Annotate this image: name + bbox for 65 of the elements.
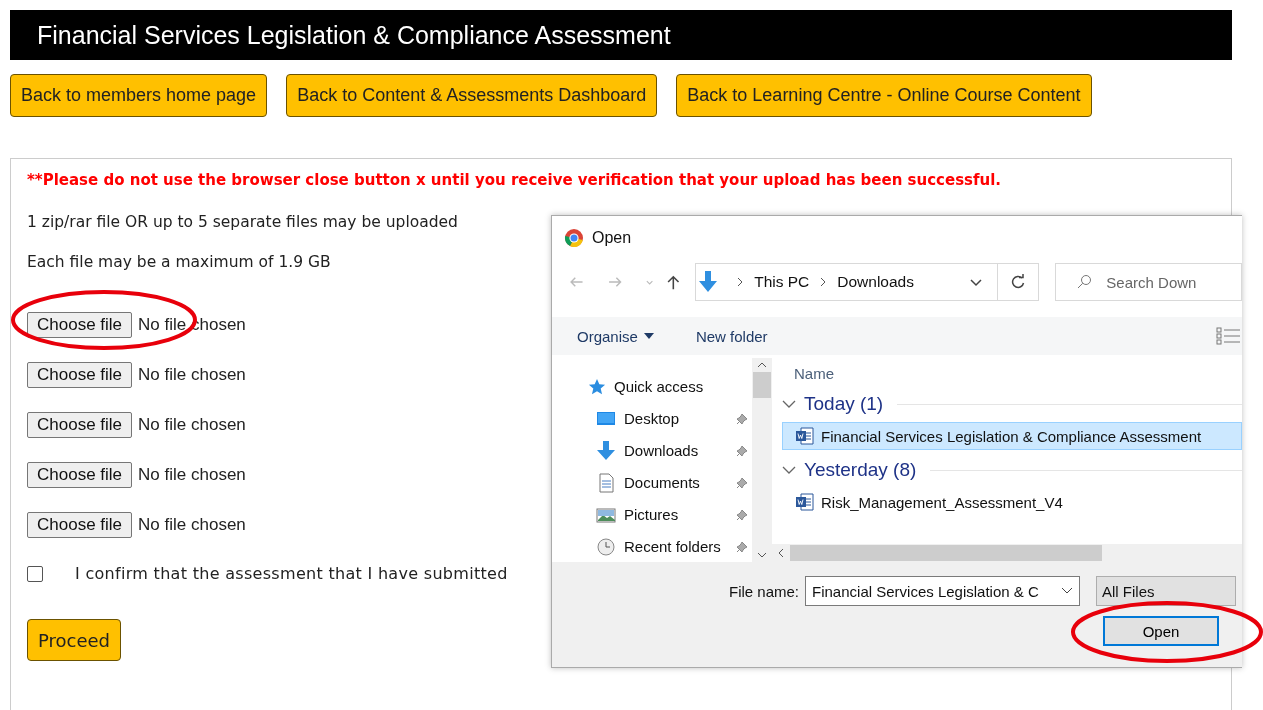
group-header[interactable]: Yesterday (8) — [804, 459, 917, 481]
browser-logo-icon — [564, 228, 584, 248]
file-status: No file chosen — [138, 415, 246, 435]
chevron-down-icon[interactable] — [1061, 587, 1074, 595]
word-document-icon — [795, 426, 815, 446]
chevron-down-icon[interactable] — [782, 465, 796, 475]
file-status: No file chosen — [138, 365, 246, 385]
chevron-right-icon — [819, 277, 828, 287]
nav-button[interactable]: Back to members home page — [10, 74, 268, 117]
dialog-title: Open — [592, 229, 632, 247]
breadcrumb-item[interactable]: This PC — [754, 273, 810, 291]
file-status: No file chosen — [138, 465, 246, 485]
nav-item[interactable]: Documents — [552, 472, 752, 493]
caret-icon — [643, 333, 654, 339]
nav-button[interactable]: Back to Content & Assessments Dashboard — [286, 74, 658, 117]
scroll-down-icon[interactable] — [757, 552, 767, 558]
organise-menu[interactable]: Organise — [577, 327, 654, 345]
confirm-label: I confirm that the assessment that I have submitted — [75, 564, 508, 583]
choose-file-button[interactable]: Choose file — [27, 462, 133, 488]
star-icon — [588, 377, 606, 396]
page-title: Financial Services Legislation & Compliance Assessment — [37, 20, 671, 50]
info-text: 1 zip/rar file OR up to 5 separate files may be uploaded — [27, 213, 459, 231]
proceed-button[interactable]: Proceed — [27, 619, 122, 661]
document-icon — [596, 472, 616, 493]
dropdown-icon[interactable] — [969, 277, 984, 287]
choose-file-button[interactable]: Choose file — [27, 362, 133, 388]
choose-file-button[interactable]: Choose file — [27, 412, 133, 438]
file-row[interactable]: Risk_Management_Assessment_V4 — [782, 488, 1242, 516]
chevron-right-icon — [736, 277, 745, 287]
nav-item[interactable]: Recent folders — [552, 536, 752, 557]
choose-file-button[interactable]: Choose file — [27, 312, 133, 338]
choose-file-button[interactable]: Choose file — [27, 512, 133, 538]
chevron-down-icon[interactable] — [782, 399, 796, 409]
scroll-up-icon[interactable] — [757, 362, 767, 368]
nav-item[interactable]: Quick access — [552, 376, 752, 397]
nav-item[interactable]: Pictures — [552, 504, 752, 525]
nav-item[interactable]: Desktop — [552, 408, 752, 429]
file-name-field[interactable]: Financial Services Legislation & C — [805, 576, 1081, 606]
download-icon — [596, 440, 616, 461]
file-name-label: File name: — [729, 582, 800, 600]
download-icon — [698, 271, 719, 293]
nav-item[interactable]: Downloads — [552, 440, 752, 461]
search-field[interactable]: Search Down — [1055, 263, 1242, 301]
warning-text: **Please do not use the browser close button x until you receive verification that your upload has been successful. — [27, 171, 1003, 189]
file-row[interactable]: Financial Services Legislation & Compliance Assessment — [782, 422, 1242, 450]
group-header[interactable]: Today (1) — [804, 393, 884, 415]
horizontal-scrollbar[interactable] — [772, 544, 1242, 562]
address-bar[interactable]: This PC Downloads — [695, 263, 1040, 301]
clock-icon — [596, 536, 616, 557]
scrollbar-thumb[interactable] — [753, 372, 771, 398]
vertical-scrollbar[interactable] — [752, 358, 772, 562]
search-icon — [1076, 274, 1093, 290]
file-status: No file chosen — [138, 515, 246, 535]
confirm-checkbox[interactable] — [27, 565, 43, 582]
word-document-icon — [795, 492, 815, 512]
nav-button[interactable]: Back to Learning Centre - Online Course Content — [676, 74, 1092, 117]
new-folder-button[interactable]: New folder — [695, 327, 768, 345]
open-button[interactable]: Open — [1103, 616, 1219, 646]
file-type-dropdown[interactable]: All Files — [1096, 576, 1237, 606]
scrollbar-thumb[interactable] — [790, 545, 1102, 561]
breadcrumb-item[interactable]: Downloads — [837, 273, 914, 291]
column-header[interactable]: Name — [782, 358, 1242, 388]
scroll-left-icon[interactable] — [778, 548, 784, 558]
view-options-icon[interactable] — [1216, 326, 1240, 346]
info-text: Each file may be a maximum of 1.9 GB — [27, 253, 332, 271]
